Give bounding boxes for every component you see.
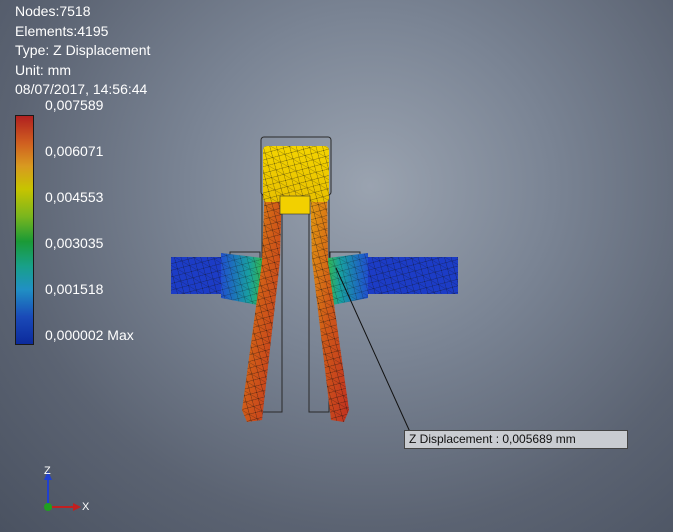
y-axis-origin-icon bbox=[44, 503, 52, 511]
bar-right bbox=[368, 257, 458, 294]
bar-left bbox=[171, 257, 221, 294]
x-axis-arrow-icon bbox=[73, 503, 81, 511]
axis-triad bbox=[44, 471, 81, 511]
probe-callout[interactable]: Z Displacement : 0,005689 mm bbox=[404, 430, 628, 449]
triad-z-label: Z bbox=[44, 465, 51, 477]
fea-model-viewport[interactable] bbox=[0, 0, 673, 532]
triad-x-label: X bbox=[82, 501, 90, 513]
